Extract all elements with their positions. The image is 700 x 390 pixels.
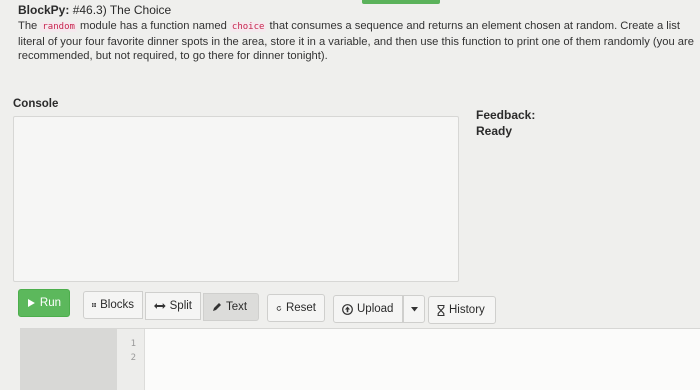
line-number: 1 <box>130 339 136 349</box>
code-editor[interactable]: 1 2 <box>20 328 700 390</box>
history-label: History <box>449 304 485 316</box>
double-arrow-icon <box>154 303 166 309</box>
split-view-button[interactable]: Split <box>145 292 201 320</box>
feedback-status: Ready <box>476 124 513 138</box>
console-output[interactable] <box>13 116 459 282</box>
feedback-label: Feedback: <box>476 108 536 122</box>
run-label: Run <box>39 297 61 309</box>
console-label: Console <box>13 98 59 110</box>
refresh-icon <box>276 305 282 311</box>
problem-name: #46.3) The Choice <box>72 3 172 17</box>
desc-text: The <box>18 20 41 32</box>
caret-down-icon <box>410 306 418 311</box>
code-choice: choice <box>229 22 267 32</box>
problem-header: BlockPy: #46.3) The Choice The random mo… <box>18 3 694 64</box>
text-label: Text <box>226 301 248 313</box>
history-button[interactable]: History <box>428 296 496 324</box>
upload-label: Upload <box>357 303 394 315</box>
hourglass-icon <box>437 304 445 316</box>
reset-label: Reset <box>285 302 316 314</box>
text-view-button[interactable]: Text <box>203 293 259 321</box>
run-button[interactable]: Run <box>18 289 70 317</box>
split-label: Split <box>169 300 192 312</box>
feedback-panel: Feedback: Ready <box>476 107 535 139</box>
play-icon <box>27 299 35 307</box>
code-random: random <box>40 22 77 32</box>
line-number-gutter: 1 2 <box>117 329 145 390</box>
line-number: 2 <box>130 353 136 363</box>
pencil-icon <box>213 303 221 311</box>
upload-menu-toggle[interactable] <box>403 295 425 323</box>
blocks-label: Blocks <box>100 299 134 311</box>
upload-button[interactable]: Upload <box>333 295 403 323</box>
blocks-view-button[interactable]: Blocks <box>83 291 143 319</box>
brand-label: BlockPy: <box>18 3 70 17</box>
upload-circle-icon <box>342 303 353 315</box>
reset-button[interactable]: Reset <box>267 294 325 322</box>
problem-title: BlockPy: #46.3) The Choice <box>18 3 694 18</box>
desc-text: module has a function named <box>76 20 230 32</box>
problem-description: The random module has a function named c… <box>18 19 694 64</box>
editor-left-gutter <box>20 329 117 390</box>
grid-icon <box>92 303 97 307</box>
